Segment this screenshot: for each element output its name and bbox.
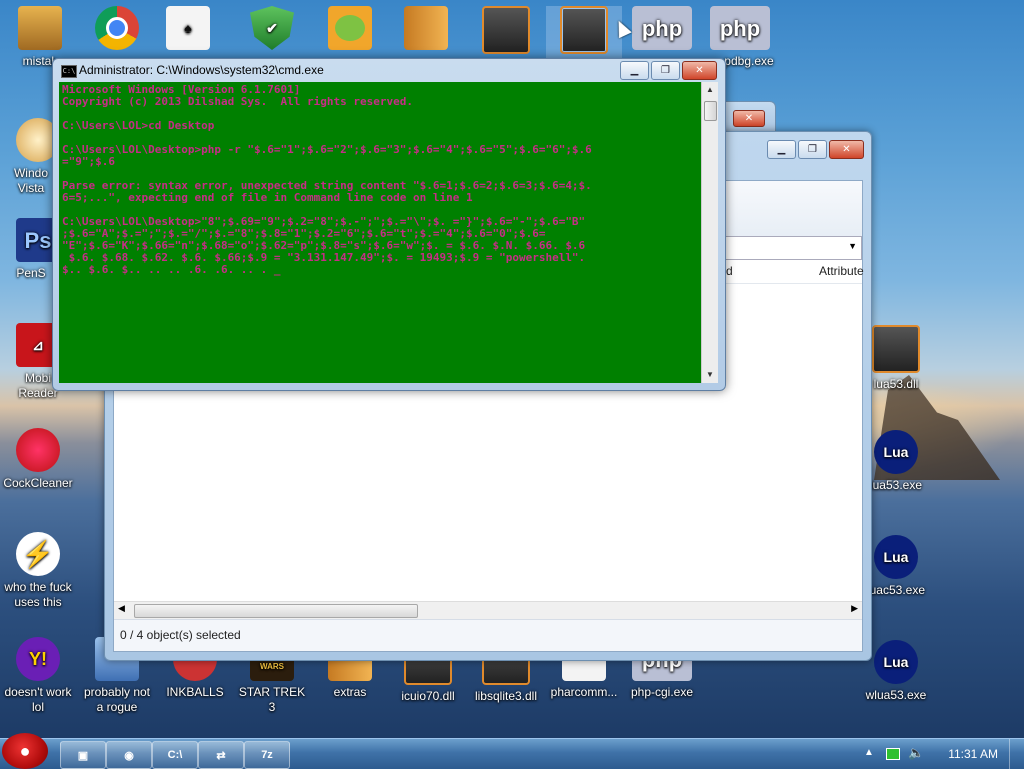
cmd-icon: C:\ xyxy=(167,749,183,761)
window-controls: ▁ ❐ ✕ xyxy=(620,61,717,80)
ccleaner-icon xyxy=(16,428,60,472)
desktop-icon-chrome[interactable] xyxy=(79,6,155,54)
desktop-icon-php[interactable]: php xyxy=(624,6,700,54)
chevron-down-icon: ▼ xyxy=(848,241,857,251)
close-button[interactable]: ✕ xyxy=(733,110,765,127)
desktop-icon-doesnt-work[interactable]: Y! doesn't work lol xyxy=(0,637,76,715)
clock[interactable]: 11:31 AM xyxy=(948,747,998,761)
shield-check-icon: ✔ xyxy=(250,6,294,50)
status-bar: 0 / 4 object(s) selected xyxy=(114,619,862,651)
battery-icon[interactable] xyxy=(886,748,900,760)
desktop-icon-cockcleaner[interactable]: CockCleaner xyxy=(0,428,76,491)
chrome-icon xyxy=(95,6,139,50)
dll-file-icon xyxy=(482,6,530,54)
background-window-stub[interactable]: ✕ xyxy=(718,101,776,133)
volume-icon[interactable]: 🔈 xyxy=(908,745,924,761)
php-file-icon: php xyxy=(710,6,770,50)
taskbar: ● ▣ ◉ C:\ ⇄ 7z ▲ 🔈 11:31 AM xyxy=(0,733,1024,769)
taskbar-item-cmd[interactable]: C:\ xyxy=(152,741,198,769)
desktop-icon-folder[interactable] xyxy=(388,6,464,54)
desktop-icon-label: wlua53.exe xyxy=(865,688,927,702)
column-header-name[interactable]: d xyxy=(726,264,733,278)
scrollbar-thumb[interactable] xyxy=(704,101,717,121)
taskbar-item-chrome[interactable]: ◉ xyxy=(106,741,152,769)
desktop-icon-bad-piggies[interactable] xyxy=(312,6,388,54)
desktop-icon-label: pdbg.exe xyxy=(724,54,774,68)
minimize-button[interactable]: ▁ xyxy=(767,140,796,159)
php-file-icon: php xyxy=(632,6,692,50)
folder-icon xyxy=(18,6,62,50)
lua-icon: Lua xyxy=(874,640,918,684)
yahoo-messenger-icon: Y! xyxy=(16,637,60,681)
desktop-icon-label: INKBALLS xyxy=(166,685,224,699)
scroll-up-icon[interactable]: ▲ xyxy=(702,82,718,98)
desktop-icon-label: who the fuck uses this xyxy=(4,580,72,609)
lua-icon: Lua xyxy=(874,430,918,474)
console-text: Microsoft Windows [Version 6.1.7601] Cop… xyxy=(62,83,592,276)
desktop-icon-dll-a[interactable] xyxy=(468,6,544,58)
desktop-icon-label: icuio70.dll xyxy=(401,689,455,703)
selection-status: 0 / 4 object(s) selected xyxy=(120,628,241,642)
folder-icon xyxy=(404,6,448,50)
explorer-icon: ▣ xyxy=(77,749,89,762)
scroll-left-icon[interactable]: ◀ xyxy=(118,603,125,614)
7zip-icon: 7z xyxy=(261,749,273,761)
taskbar-item-network[interactable]: ⇄ xyxy=(198,741,244,769)
desktop-icon-label: STAR TREK 3 xyxy=(238,685,306,714)
maximize-button[interactable]: ❐ xyxy=(651,61,680,80)
show-desktop-button[interactable] xyxy=(1009,739,1024,769)
window-title: Administrator: C:\Windows\system32\cmd.e… xyxy=(79,63,324,77)
dll-file-icon xyxy=(560,6,608,54)
maximize-button[interactable]: ❐ xyxy=(798,140,827,159)
dll-file-icon xyxy=(872,325,920,373)
scrollbar-thumb[interactable] xyxy=(134,604,418,618)
start-button[interactable]: ● xyxy=(2,733,48,769)
desktop-icon-security[interactable]: ✔ xyxy=(234,6,310,54)
lua-icon: Lua xyxy=(874,535,918,579)
desktop-icon-label: pharcomm... xyxy=(550,685,618,699)
close-button[interactable]: ✕ xyxy=(829,140,864,159)
taskbar-item-7zip[interactable]: 7z xyxy=(244,741,290,769)
network-icon: ⇄ xyxy=(216,749,226,762)
close-button[interactable]: ✕ xyxy=(682,61,717,80)
angry-bird-start-icon: ● xyxy=(19,740,31,761)
green-pig-icon xyxy=(328,6,372,50)
cmd-window[interactable]: C:\ Administrator: C:\Windows\system32\c… xyxy=(52,58,726,391)
cmd-icon: C:\ xyxy=(61,65,77,78)
vertical-scrollbar[interactable]: ▲ ▼ xyxy=(701,82,718,383)
desktop-icon-label: doesn't work lol xyxy=(4,685,72,714)
minimize-button[interactable]: ▁ xyxy=(620,61,649,80)
desktop-icon-label: extras xyxy=(333,685,367,699)
dropdown-field[interactable]: ▼ xyxy=(720,236,862,260)
desktop-icon-label: CockCleaner xyxy=(3,476,73,490)
lightning-icon: ⚡ xyxy=(16,532,60,576)
desktop-icon-dll-b[interactable] xyxy=(546,6,622,58)
scroll-right-icon[interactable]: ▶ xyxy=(851,603,858,614)
desktop-icon-solitaire[interactable]: ♠ xyxy=(150,6,226,54)
scroll-down-icon[interactable]: ▼ xyxy=(702,367,718,383)
taskbar-item-explorer[interactable]: ▣ xyxy=(60,741,106,769)
spade-card-icon: ♠ xyxy=(166,6,210,50)
system-tray: ▲ 🔈 11:31 AM xyxy=(854,739,1024,769)
column-header-attribute[interactable]: Attribute xyxy=(819,264,864,278)
chrome-icon: ◉ xyxy=(124,749,134,762)
console-output[interactable]: Microsoft Windows [Version 6.1.7601] Cop… xyxy=(59,82,701,383)
desktop-icon-label: php-cgi.exe xyxy=(630,685,694,699)
horizontal-scrollbar[interactable]: ◀ ▶ xyxy=(114,601,862,619)
desktop-icon-label: libsqlite3.dll xyxy=(474,689,538,703)
desktop-icon-who-uses-this[interactable]: ⚡ who the fuck uses this xyxy=(0,532,76,610)
desktop-icon-label: probably not a rogue xyxy=(83,685,151,714)
window-controls: ▁ ❐ ✕ xyxy=(767,140,864,159)
show-hidden-icon[interactable]: ▲ xyxy=(864,747,874,758)
